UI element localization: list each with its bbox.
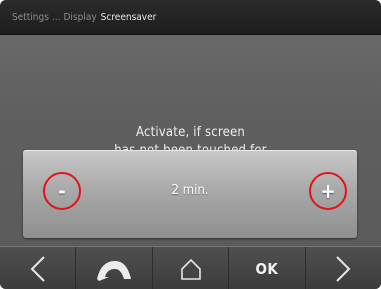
screensaver-settings-screen: Settings ... Display Screensaver Activat… [0, 0, 381, 289]
nav-back-button[interactable] [76, 247, 153, 289]
nav-next-button[interactable] [306, 247, 381, 289]
breadcrumb: Settings ... Display Screensaver [12, 0, 156, 34]
decrease-button[interactable]: - [43, 172, 81, 210]
back-arrow-icon [97, 260, 132, 281]
top-bar: Settings ... Display Screensaver [0, 0, 381, 35]
breadcrumb-item-settings[interactable]: Settings [12, 12, 49, 23]
bottom-nav-bar: OK [0, 246, 381, 289]
breadcrumb-separator: ... [51, 11, 61, 23]
ok-label: OK [255, 259, 279, 278]
nav-home-button[interactable] [153, 247, 230, 289]
increase-button[interactable]: + [309, 172, 347, 210]
left-arrow-icon [30, 255, 45, 282]
nav-ok-button[interactable]: OK [229, 247, 306, 289]
breadcrumb-item-display[interactable]: Display [63, 12, 96, 23]
breadcrumb-current-screensaver: Screensaver [100, 11, 157, 23]
prompt-line-1: Activate, if screen [135, 125, 246, 140]
timeout-panel: 2 min. - + [23, 150, 357, 238]
home-icon [180, 258, 201, 280]
nav-previous-button[interactable] [0, 247, 77, 289]
right-arrow-icon [336, 255, 351, 282]
